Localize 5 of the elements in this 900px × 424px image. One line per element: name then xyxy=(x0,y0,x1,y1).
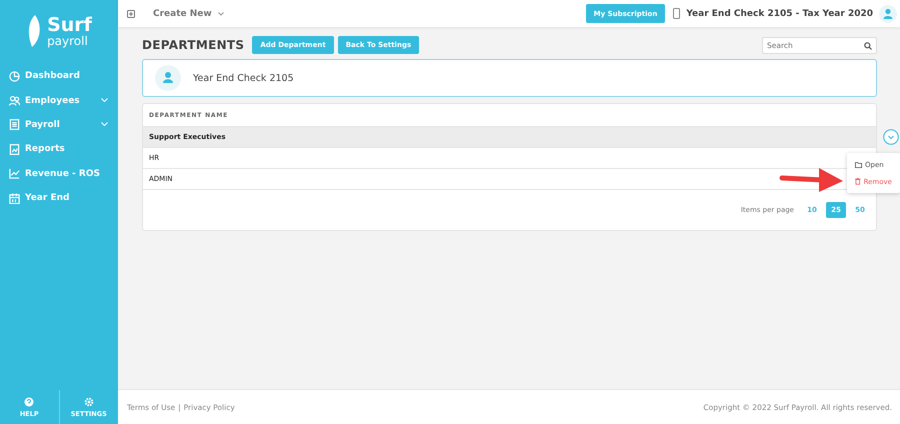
company-context: Year End Check 2105 - Tax Year 2020 xyxy=(686,8,873,18)
logo-text: Surf xyxy=(47,16,92,34)
logo-subtext: payroll xyxy=(47,34,89,46)
company-name: Year End Check 2105 xyxy=(193,72,294,84)
page-title: DEPARTMENTS xyxy=(142,38,244,52)
